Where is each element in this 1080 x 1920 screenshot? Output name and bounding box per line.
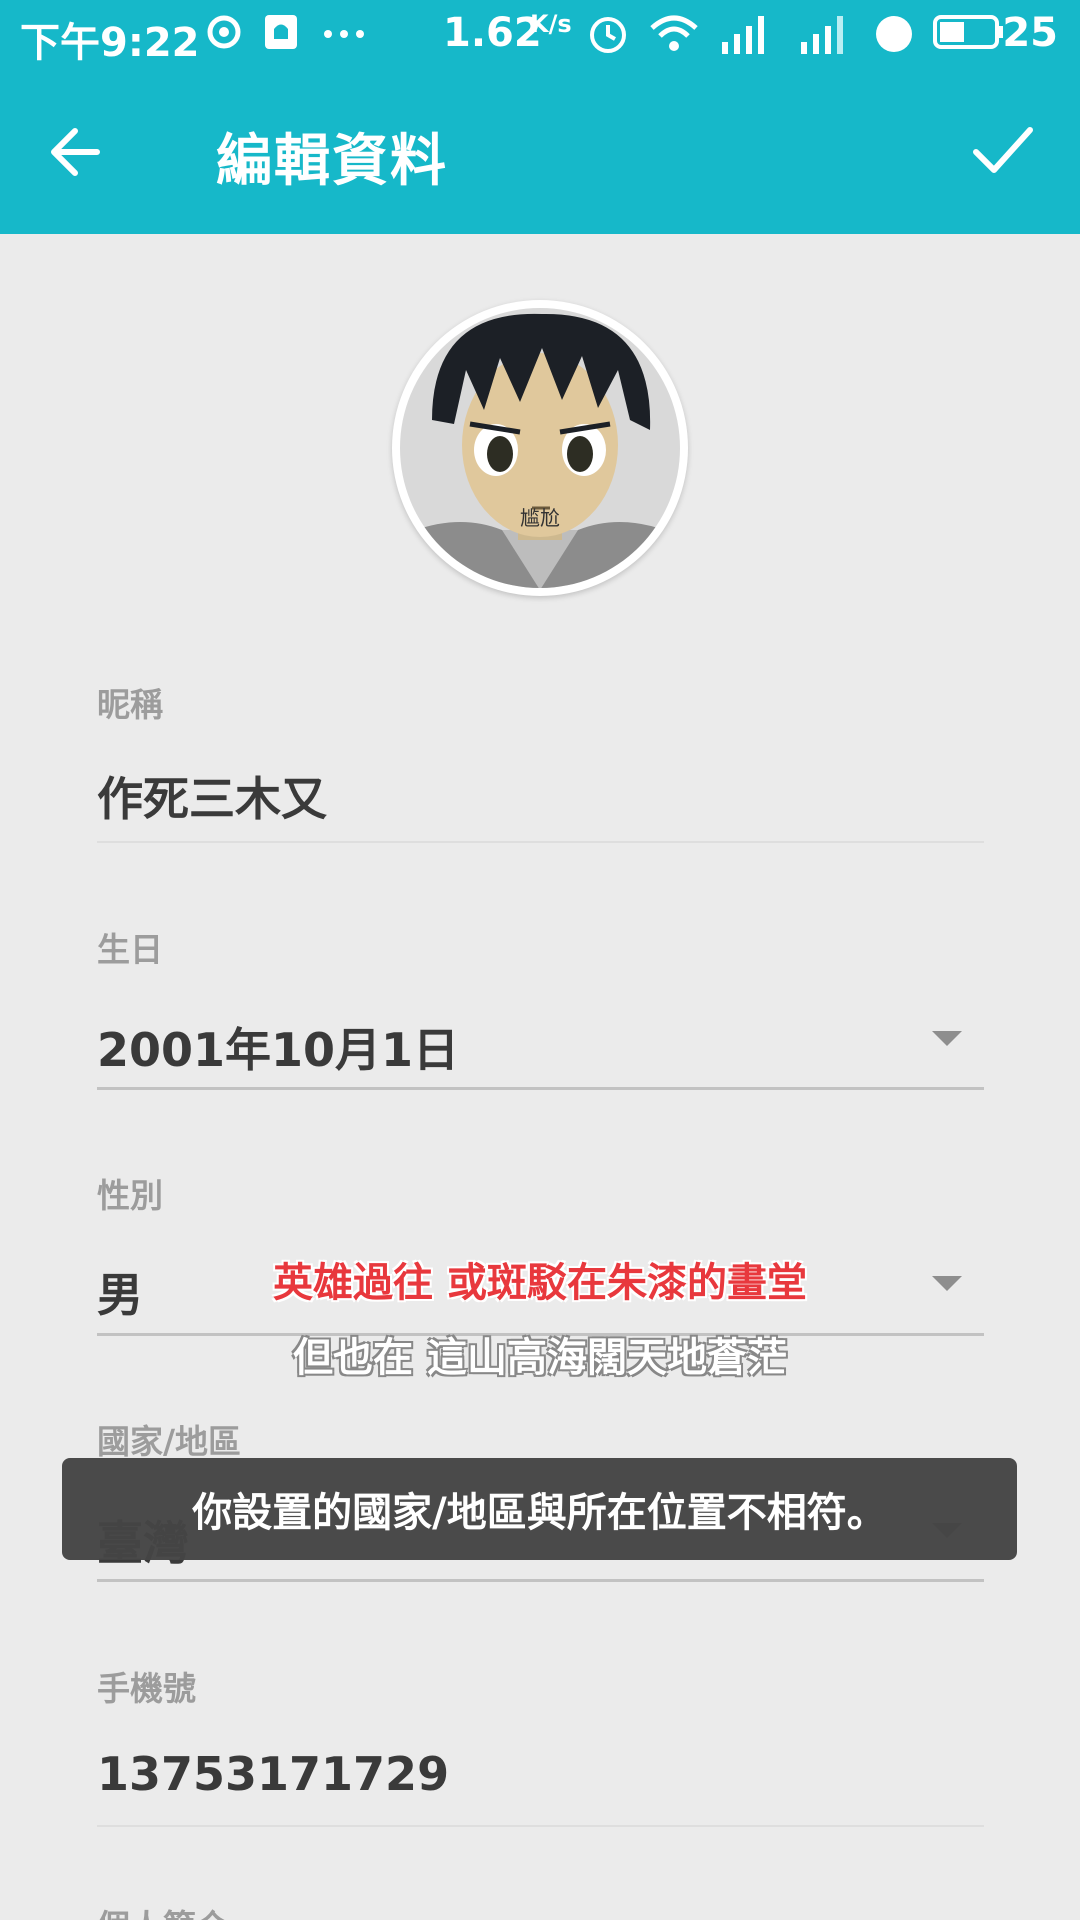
check-icon[interactable] bbox=[968, 118, 1038, 184]
avatar[interactable]: 尴尬 bbox=[392, 300, 688, 596]
subtitle-line-1: 英雄過往 或斑駁在朱漆的畫堂 bbox=[273, 1260, 807, 1306]
nickname-value[interactable]: 作死三木又 bbox=[97, 763, 327, 829]
hd-icon bbox=[876, 16, 912, 52]
subtitle-line-2: 但也在 這山高海闊天地蒼茫 bbox=[293, 1335, 787, 1381]
back-arrow-icon[interactable] bbox=[45, 122, 115, 182]
status-time: 下午9:22 bbox=[20, 20, 200, 66]
birthday-value[interactable]: 2001年10月1日 bbox=[97, 1014, 459, 1080]
page-title: 編輯資料 bbox=[216, 129, 448, 194]
toast-text: 你設置的國家/地區與所在位置不相符。 bbox=[192, 1490, 887, 1536]
netease-icon bbox=[207, 15, 241, 49]
battery-level: 25 bbox=[1002, 10, 1058, 56]
toast-message: 你設置的國家/地區與所在位置不相符。 bbox=[62, 1458, 1017, 1560]
app-bar: 編輯資料 bbox=[0, 72, 1080, 234]
dropdown-arrow-icon[interactable] bbox=[932, 1031, 962, 1046]
region-label: 國家/地區 bbox=[97, 1422, 242, 1461]
wifi-icon bbox=[650, 15, 698, 51]
nickname-field[interactable]: 昵稱 作死三木又 bbox=[97, 678, 984, 848]
signal-4g-icon bbox=[722, 16, 764, 54]
avatar-image: 尴尬 bbox=[400, 308, 680, 588]
phone-label: 手機號 bbox=[97, 1669, 196, 1708]
phone-field[interactable]: 手機號 13753171729 bbox=[97, 1662, 984, 1832]
bio-label: 個人簡介 bbox=[97, 1900, 229, 1920]
network-unit: K/s bbox=[530, 10, 572, 38]
divider bbox=[97, 1087, 984, 1090]
status-bar: 下午9:22 1.62 K/s 25 bbox=[0, 0, 1080, 72]
phone-value[interactable]: 13753171729 bbox=[97, 1747, 449, 1801]
notification-icon bbox=[265, 15, 297, 49]
divider bbox=[97, 841, 984, 843]
more-dots-icon bbox=[324, 30, 364, 38]
battery-icon bbox=[933, 15, 1003, 49]
birthday-label: 生日 bbox=[97, 930, 163, 969]
bio-field[interactable]: 個人簡介 bbox=[97, 1900, 984, 1920]
gender-label: 性別 bbox=[97, 1176, 163, 1215]
avatar-caption: 尴尬 bbox=[520, 506, 560, 530]
nickname-label: 昵稱 bbox=[97, 685, 163, 724]
alarm-icon bbox=[590, 17, 626, 53]
signal-3g-icon bbox=[801, 16, 843, 54]
divider bbox=[97, 1579, 984, 1582]
divider bbox=[97, 1825, 984, 1827]
network-speed: 1.62 bbox=[443, 10, 542, 56]
birthday-field[interactable]: 生日 2001年10月1日 bbox=[97, 923, 984, 1093]
